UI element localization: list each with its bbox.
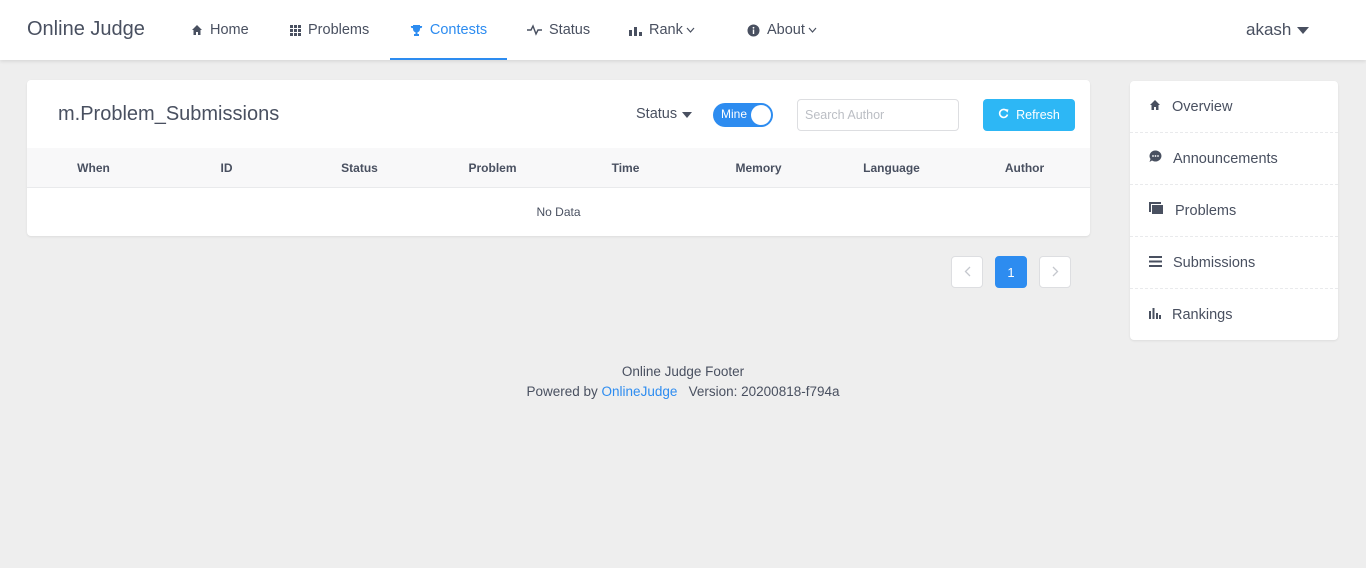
nav-status[interactable]: Status [527,0,590,60]
caret-down-icon [682,106,693,122]
sidebar-item-label: Problems [1175,202,1237,219]
active-tab-indicator [390,58,507,60]
user-menu[interactable]: akash [1246,20,1310,40]
column-header-when[interactable]: When [27,148,160,188]
footer-powered-line: Powered by OnlineJudge Version: 20200818… [0,382,1366,402]
chevron-down-icon [686,27,695,33]
page-footer: Online Judge Footer Powered by OnlineJud… [0,362,1366,402]
onlinejudge-link[interactable]: OnlineJudge [602,384,678,399]
bar-chart-icon [629,25,642,36]
page-title: m.Problem_Submissions [58,103,280,125]
nav-home[interactable]: Home [191,0,249,60]
column-header-memory[interactable]: Memory [692,148,825,188]
nav-rank[interactable]: Rank [629,0,695,60]
username: akash [1246,20,1292,39]
brand-title[interactable]: Online Judge [27,18,145,41]
nav-home-label: Home [210,22,249,38]
bar-chart-icon [1149,307,1161,323]
nav-contests-label: Contests [429,22,488,38]
chevron-down-icon [808,27,817,33]
sidebar-item-submissions[interactable]: Submissions [1130,237,1338,289]
nav-problems-label: Problems [308,22,370,38]
caret-down-icon [1297,20,1310,40]
status-filter-label: Status [636,106,678,122]
chevron-right-icon [1052,265,1059,280]
column-header-problem[interactable]: Problem [426,148,559,188]
top-navbar: Online Judge Home Problems Contests Stat… [0,0,1366,60]
page-number-button[interactable]: 1 [995,256,1027,288]
column-header-author[interactable]: Author [958,148,1091,188]
refresh-icon [998,108,1009,122]
sidebar-item-overview[interactable]: Overview [1130,81,1338,133]
refresh-button[interactable]: Refresh [983,99,1075,131]
sidebar-item-label: Rankings [1172,307,1233,323]
search-author-input[interactable] [797,99,959,131]
sidebar-item-problems[interactable]: Problems [1130,185,1338,237]
submissions-panel: m.Problem_Submissions Status Mine Refres… [27,80,1090,236]
home-icon [191,24,203,36]
trophy-icon [410,24,423,37]
column-header-time[interactable]: Time [559,148,692,188]
toggle-knob [751,105,771,125]
book-icon [1149,202,1164,219]
grid-icon [290,24,301,36]
pulse-icon [527,24,542,36]
column-header-id[interactable]: ID [160,148,293,188]
nav-contests[interactable]: Contests [390,0,507,60]
chevron-left-icon [964,265,971,280]
list-icon [1149,255,1162,271]
sidebar-item-label: Submissions [1173,254,1256,271]
nav-about[interactable]: About [747,0,817,60]
table-header: When ID Status Problem Time Memory Langu… [27,148,1090,188]
refresh-label: Refresh [1016,108,1060,122]
nav-rank-label: Rank [649,22,683,38]
next-page-button[interactable] [1039,256,1071,288]
nav-about-label: About [767,22,805,38]
prev-page-button[interactable] [951,256,983,288]
sidebar-item-label: Overview [1172,98,1233,115]
sidebar-item-rankings[interactable]: Rankings [1130,289,1338,341]
mine-toggle[interactable]: Mine [713,103,773,127]
sidebar-item-announcements[interactable]: Announcements [1130,133,1338,185]
mine-toggle-label: Mine [721,107,748,121]
footer-title: Online Judge Footer [621,364,745,379]
empty-table-message: No Data [536,205,581,219]
sidebar-item-label: Announcements [1173,150,1278,167]
footer-powered-prefix: Powered by [526,384,598,399]
contest-sidebar-menu: Overview Announcements Problems Submissi… [1130,81,1338,340]
nav-problems[interactable]: Problems [290,0,369,60]
column-header-language[interactable]: Language [825,148,958,188]
column-header-status[interactable]: Status [293,148,426,188]
info-icon [747,24,760,37]
chat-bubble-icon [1149,150,1162,167]
nav-status-label: Status [549,22,591,38]
home-icon [1149,99,1161,115]
footer-version: Version: 20200818-f794a [688,384,840,399]
status-filter-dropdown[interactable]: Status [636,106,693,122]
